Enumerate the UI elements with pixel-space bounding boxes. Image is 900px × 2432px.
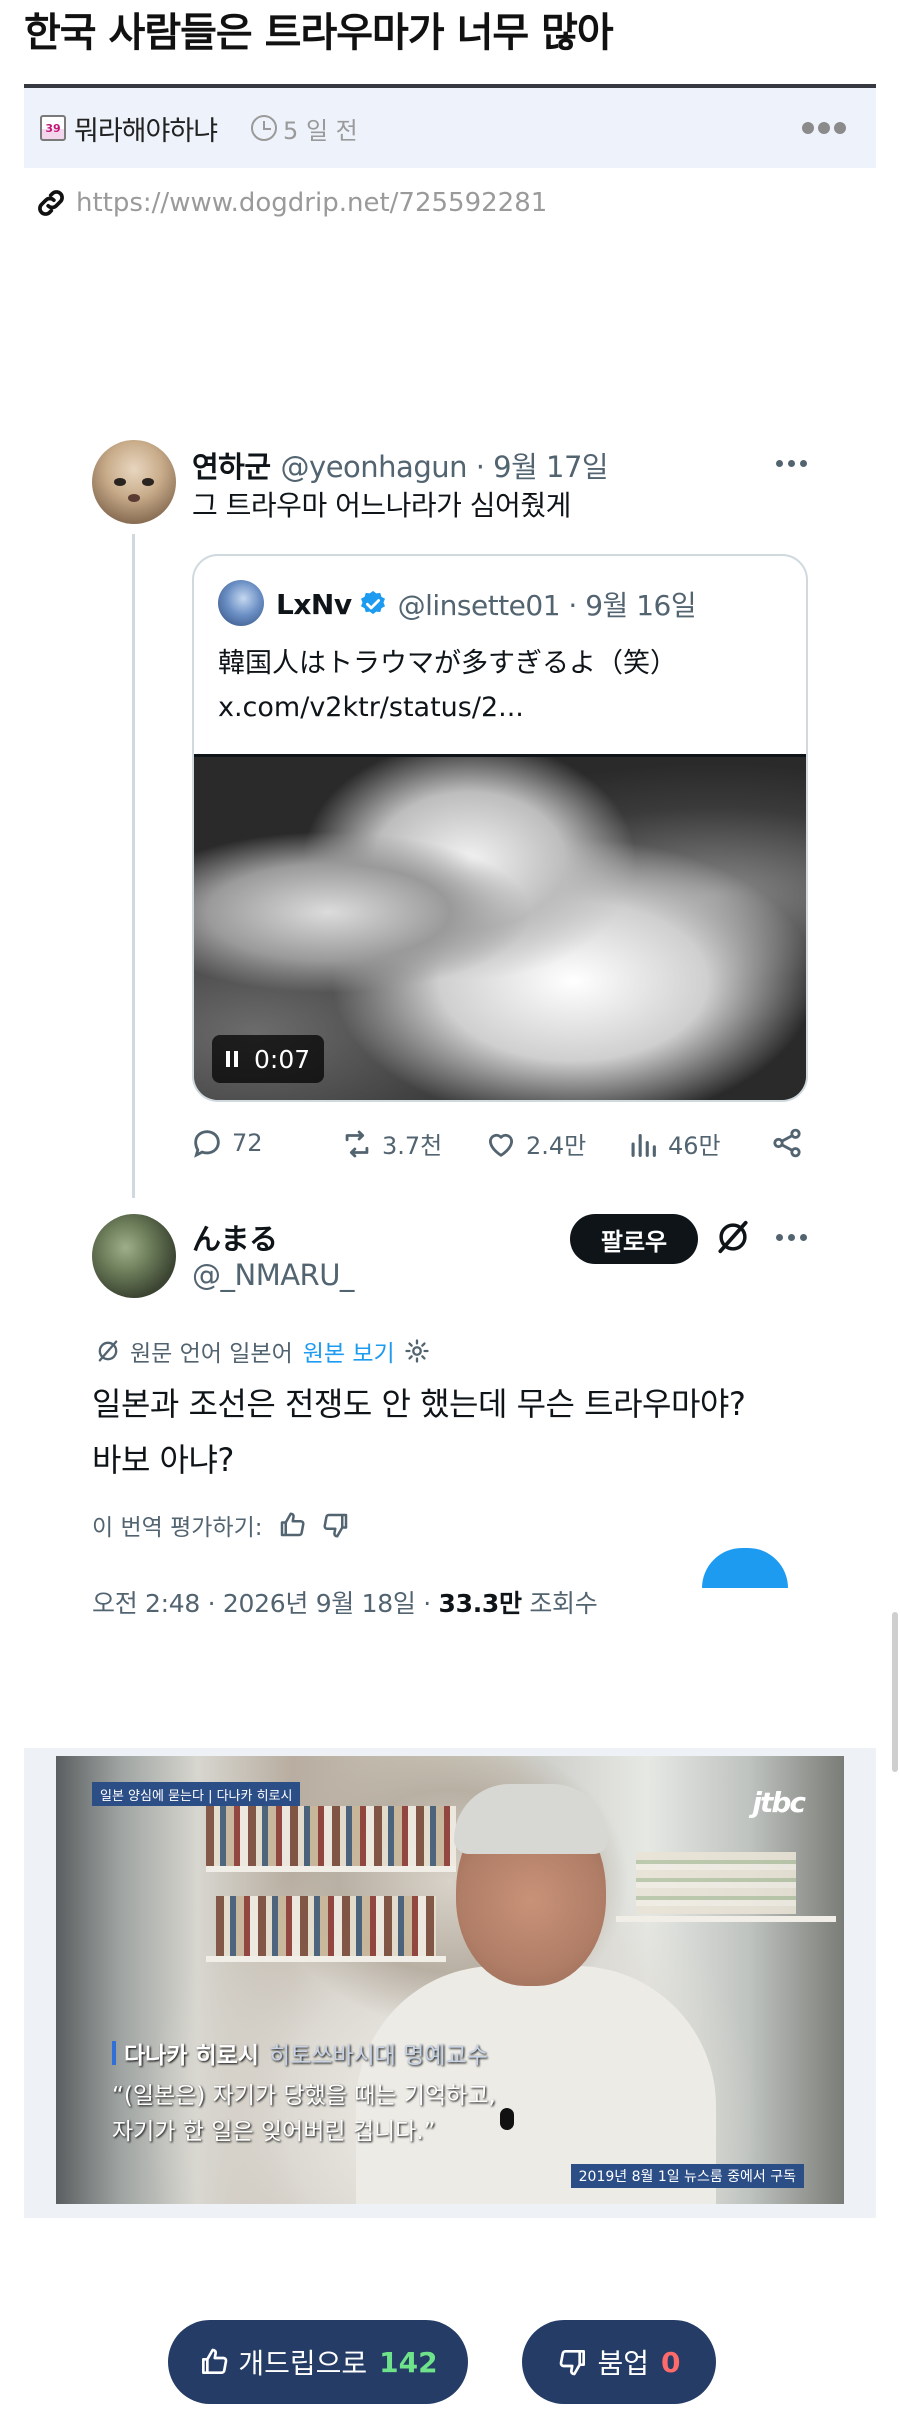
tweet-header: 연하군 @yeonhagun · 9월 17일	[192, 444, 609, 486]
heart-icon	[488, 1133, 514, 1157]
source-url[interactable]: https://www.dogdrip.net/725592281	[76, 188, 547, 218]
broadcast-date-label: 2019년 8월 1일 뉴스룸 중에서 구독	[570, 2164, 804, 2188]
tweet-action-bar: 72 3.7천 2.4만 46만	[190, 1126, 810, 1170]
tweet-more-icon[interactable]	[776, 1234, 807, 1241]
gear-icon[interactable]	[403, 1337, 431, 1365]
post-meta-bar: 39 뭐라해야하냐 5 일 전	[24, 88, 876, 168]
reply-button[interactable]: 72	[190, 1126, 263, 1160]
scrollbar[interactable]	[892, 1612, 898, 1772]
downvote-button[interactable]: 붐업 0	[522, 2320, 716, 2404]
quote-caption-line1: “(일본은) 자기가 당했을 때는 기억하고,	[112, 2083, 496, 2109]
thumbs-up-icon[interactable]	[277, 1510, 307, 1540]
quoted-tweet-header: LxNv @linsette01 · 9월 16일	[276, 584, 697, 624]
grok-icon[interactable]	[714, 1218, 752, 1256]
avatar[interactable]	[92, 440, 176, 524]
tweet-text: 그 트라우마 어느나라가 심어줬게	[192, 489, 571, 522]
tweet-author-name[interactable]: 연하군	[192, 444, 271, 486]
more-options-icon[interactable]	[802, 122, 846, 134]
jtbc-logo: jtbc	[752, 1786, 806, 1819]
views-button[interactable]: 46만	[626, 1126, 721, 1161]
share-button[interactable]	[770, 1126, 812, 1160]
tweet-timestamp: 오전 2:48 · 2026년 9월 18일 · 33.3만 조회수	[92, 1589, 598, 1618]
author-name[interactable]: 뭐라해야하냐	[74, 109, 218, 148]
translation-note: 원문 언어 일본어 원본 보기	[94, 1334, 431, 1368]
quote-caption-line2: 자기가 한 일은 잊어버린 겁니다.”	[112, 2119, 436, 2145]
views-chart-icon	[631, 1133, 656, 1157]
quoted-tweet-text: 韓国人はトラウマが多すぎるよ（笑） x.com/v2ktr/status/2..…	[218, 648, 677, 723]
level-badge-icon: 39	[40, 115, 66, 141]
verified-badge-icon	[360, 590, 385, 615]
quoted-author-handle: @linsette01 · 9월 16일	[397, 589, 697, 622]
follow-button[interactable]: 팔로우	[570, 1214, 698, 1264]
post-time: 5 일 전	[283, 116, 358, 145]
tweet2-text: 일본과 조선은 전쟁도 안 했는데 무슨 트라우마야? 바보 아냐?	[92, 1385, 746, 1479]
repost-icon	[345, 1130, 369, 1157]
microphone	[500, 2108, 514, 2130]
repost-button[interactable]: 3.7천	[340, 1126, 442, 1161]
tweet-author-handle[interactable]: @yeonhagun · 9월 17일	[281, 444, 609, 486]
quoted-author-name: LxNv	[276, 587, 352, 621]
translate-icon	[98, 1340, 118, 1362]
rate-translation-row: 이 번역 평가하기:	[92, 1508, 351, 1542]
post-title: 한국 사람들은 트라우마가 너무 많아	[24, 10, 614, 56]
reply-icon	[194, 1130, 220, 1158]
thumbs-up-icon	[202, 2348, 228, 2374]
speaker-caption: 다나카 히로시 히토쓰바시대 명예교수	[112, 2036, 488, 2070]
thumbs-down-icon	[560, 2350, 586, 2376]
thumbs-down-icon[interactable]	[321, 1510, 351, 1540]
tweet-author-handle[interactable]: @_NMARU_	[192, 1258, 354, 1292]
tweet2-handle-row: @_NMARU_	[192, 1258, 354, 1292]
upvote-count: 142	[379, 2345, 438, 2379]
thread-line	[132, 534, 135, 1198]
link-icon	[38, 190, 64, 216]
floating-action-button[interactable]	[702, 1548, 788, 1588]
clock-icon	[251, 115, 278, 141]
downvote-count: 0	[661, 2345, 681, 2379]
news-screenshot-image: 일본 양심에 묻는다 | 다나카 히로시 jtbc 다나카 히로시 히토쓰바시대 …	[56, 1756, 844, 2204]
video-player[interactable]: 0:07	[194, 754, 806, 1100]
tweet2-author-name-row: んまる	[192, 1216, 278, 1258]
video-time-badge[interactable]: 0:07	[212, 1035, 325, 1083]
tweet-more-icon[interactable]	[776, 460, 807, 467]
source-link-row[interactable]: https://www.dogdrip.net/725592281	[34, 186, 547, 220]
quoted-tweet-card[interactable]: LxNv @linsette01 · 9월 16일 韓国人はトラウマが多すぎるよ…	[192, 554, 808, 1102]
tweet-author-name[interactable]: んまる	[192, 1216, 278, 1258]
pause-icon	[226, 1051, 238, 1067]
avatar[interactable]	[92, 1214, 176, 1298]
avatar	[218, 580, 264, 626]
upvote-button[interactable]: 개드립으로 142	[168, 2320, 468, 2404]
news-tag: 일본 양심에 묻는다 | 다나카 히로시	[92, 1782, 301, 1806]
like-button[interactable]: 2.4만	[484, 1126, 586, 1161]
share-icon	[773, 1128, 801, 1158]
news-image-frame: 일본 양심에 묻는다 | 다나카 히로시 jtbc 다나카 히로시 히토쓰바시대 …	[24, 1748, 876, 2218]
view-original-link[interactable]: 원본 보기	[303, 1334, 395, 1368]
